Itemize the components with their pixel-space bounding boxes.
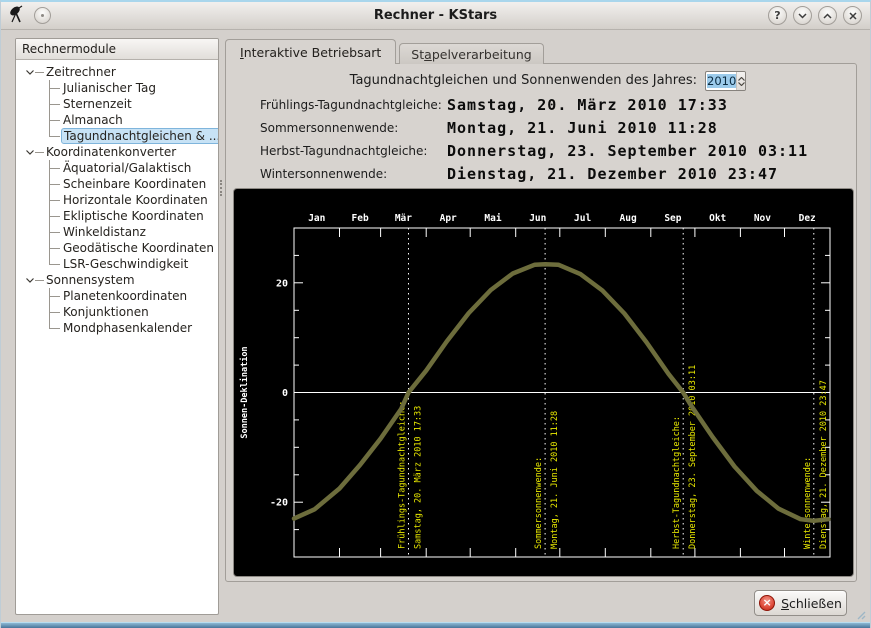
svg-text:Frühlings-Tagundnachtgleiche:: Frühlings-Tagundnachtgleiche:	[398, 401, 408, 549]
maximize-button[interactable]	[818, 6, 837, 25]
svg-text:Sep: Sep	[664, 213, 681, 224]
result-value: Montag, 21. Juni 2010 11:28	[447, 118, 718, 137]
chevron-down-icon[interactable]	[24, 147, 35, 158]
result-row-summer: Sommersonnenwende: Montag, 21. Juni 2010…	[260, 116, 808, 139]
svg-text:Jul: Jul	[574, 213, 591, 224]
svg-text:20: 20	[276, 278, 288, 289]
close-window-button[interactable]	[843, 6, 862, 25]
tree-item-planetenkoordinaten[interactable]: Planetenkoordinaten	[16, 288, 218, 304]
tree-item-scheinbare-koordinaten[interactable]: Scheinbare Koordinaten	[16, 176, 218, 192]
interactive-mode-panel: Tagundnachtgleichen und Sonnenwenden des…	[225, 63, 857, 582]
year-label: Tagundnachtgleichen und Sonnenwenden des…	[349, 73, 697, 88]
result-label: Sommersonnenwende:	[260, 120, 399, 135]
tree-item-julianischer-tag[interactable]: Julianischer Tag	[16, 80, 218, 96]
branch-line	[35, 279, 44, 281]
tree-item-almanach[interactable]: Almanach	[16, 112, 218, 128]
kstars-app-icon	[10, 5, 23, 23]
sun-declination-chart: Jan Feb Mär Apr Mai Jun Jul Aug Sep Okt Nov Dez -20 0…	[233, 188, 854, 577]
svg-text:-20: -20	[270, 498, 288, 509]
resize-grip[interactable]	[854, 608, 866, 620]
window-menu-button[interactable]	[34, 6, 51, 24]
svg-text:Jun: Jun	[529, 213, 546, 224]
close-button[interactable]: × Schließen	[754, 590, 847, 616]
svg-text:Sommersonnenwende:: Sommersonnenwende:	[534, 457, 544, 549]
year-spinbox[interactable]: 2010	[705, 71, 746, 91]
svg-text:Nov: Nov	[754, 213, 771, 224]
help-button[interactable]: ?	[768, 6, 787, 25]
branch-line	[35, 71, 44, 73]
tree-item-geodaetische-koordinaten[interactable]: Geodätische Koordinaten	[16, 240, 218, 256]
tree-item-tagundnachtgleichen[interactable]: Tagundnachtgleichen & ...	[16, 128, 218, 144]
kstars-calculator-window: Rechner - KStars ? Rechnermodule Zeitrec…	[0, 0, 871, 628]
shade-button[interactable]	[793, 6, 812, 25]
svg-text:Mai: Mai	[484, 213, 501, 224]
result-value: Donnerstag, 23. September 2010 03:11	[447, 141, 809, 160]
titlebar: Rechner - KStars ?	[1, 2, 870, 30]
result-value: Samstag, 20. März 2010 17:33	[447, 95, 728, 114]
module-sidebar: Rechnermodule Zeitrechner Julianischer T…	[15, 38, 219, 615]
svg-text:Apr: Apr	[440, 213, 457, 224]
result-row-winter: Wintersonnenwende: Dienstag, 21. Dezembe…	[260, 162, 808, 185]
result-row-spring: Frühlings-Tagundnachtgleiche: Samstag, 2…	[260, 93, 808, 116]
svg-text:Aug: Aug	[620, 213, 637, 224]
chevron-down-icon[interactable]	[24, 275, 35, 286]
spin-up-icon	[737, 76, 745, 81]
result-label: Wintersonnenwende:	[260, 166, 388, 181]
svg-text:Herbst-Tagundnachtgleiche:: Herbst-Tagundnachtgleiche:	[672, 416, 682, 549]
window-title: Rechner - KStars	[373, 8, 498, 23]
svg-text:Feb: Feb	[352, 213, 369, 224]
svg-text:Wintersonnenwende:: Wintersonnenwende:	[803, 457, 813, 549]
tab-stapelverarbeitung[interactable]: Stapelverarbeitung	[399, 43, 544, 64]
tabbar: Interaktive Betriebsart Stapelverarbeitu…	[225, 39, 544, 64]
svg-text:Mär: Mär	[395, 213, 412, 224]
result-row-autumn: Herbst-Tagundnachtgleiche: Donnerstag, 2…	[260, 139, 808, 162]
svg-text:Sonnen-Deklination: Sonnen-Deklination	[239, 346, 250, 438]
svg-text:Jan: Jan	[308, 213, 325, 224]
panel-splitter-handle[interactable]	[220, 180, 222, 196]
spin-down-icon	[737, 81, 745, 86]
tree-item-horizontale-koordinaten[interactable]: Horizontale Koordinaten	[16, 192, 218, 208]
tree-group-zeitrechner[interactable]: Zeitrechner	[16, 64, 218, 80]
branch-line	[35, 151, 44, 153]
chevron-down-icon[interactable]	[24, 67, 35, 78]
module-tree: Zeitrechner Julianischer Tag Sternenzeit…	[16, 60, 218, 336]
window-bottom-edge	[1, 622, 870, 628]
svg-text:Dienstag, 21. Dezember 2010 23: Dienstag, 21. Dezember 2010 23:47	[819, 380, 829, 549]
chevron-up-icon	[823, 12, 832, 19]
tree-item-mondphasenkalender[interactable]: Mondphasenkalender	[16, 320, 218, 336]
tree-item-sternenzeit[interactable]: Sternenzeit	[16, 96, 218, 112]
chevron-down-icon	[798, 12, 807, 19]
close-red-icon: ×	[759, 595, 776, 611]
results-list: Frühlings-Tagundnachtgleiche: Samstag, 2…	[260, 93, 808, 185]
svg-text:Donnerstag, 23. September 2010: Donnerstag, 23. September 2010 03:11	[688, 365, 698, 549]
svg-text:0: 0	[282, 388, 288, 399]
result-label: Herbst-Tagundnachtgleiche:	[260, 143, 428, 158]
declination-plot: Jan Feb Mär Apr Mai Jun Jul Aug Sep Okt Nov Dez -20 0…	[239, 213, 831, 558]
result-value: Dienstag, 21. Dezember 2010 23:47	[447, 164, 779, 183]
svg-text:Samstag, 20. März 2010 17:33: Samstag, 20. März 2010 17:33	[414, 406, 424, 549]
sidebar-header: Rechnermodule	[16, 39, 218, 60]
close-button-label: Schließen	[781, 595, 842, 611]
year-value[interactable]: 2010	[706, 72, 737, 90]
svg-text:Montag, 21. Juni 2010 11:28: Montag, 21. Juni 2010 11:28	[550, 411, 560, 549]
tree-item-aequatorial-galaktisch[interactable]: Äquatorial/Galaktisch	[16, 160, 218, 176]
close-icon	[848, 11, 857, 20]
tree-item-konjunktionen[interactable]: Konjunktionen	[16, 304, 218, 320]
tab-interaktive-betriebsart[interactable]: Interaktive Betriebsart	[225, 39, 397, 64]
spinner-arrows[interactable]	[736, 72, 745, 90]
tree-item-winkeldistanz[interactable]: Winkeldistanz	[16, 224, 218, 240]
tree-group-sonnensystem[interactable]: Sonnensystem	[16, 272, 218, 288]
tree-item-ekliptische-koordinaten[interactable]: Ekliptische Koordinaten	[16, 208, 218, 224]
tree-item-lsr-geschwindigkeit[interactable]: LSR-Geschwindigkeit	[16, 256, 218, 272]
svg-text:Okt: Okt	[709, 213, 726, 224]
result-label: Frühlings-Tagundnachtgleiche:	[260, 97, 442, 112]
svg-text:Dez: Dez	[799, 213, 816, 224]
tree-group-koordinatenkonverter[interactable]: Koordinatenkonverter	[16, 144, 218, 160]
